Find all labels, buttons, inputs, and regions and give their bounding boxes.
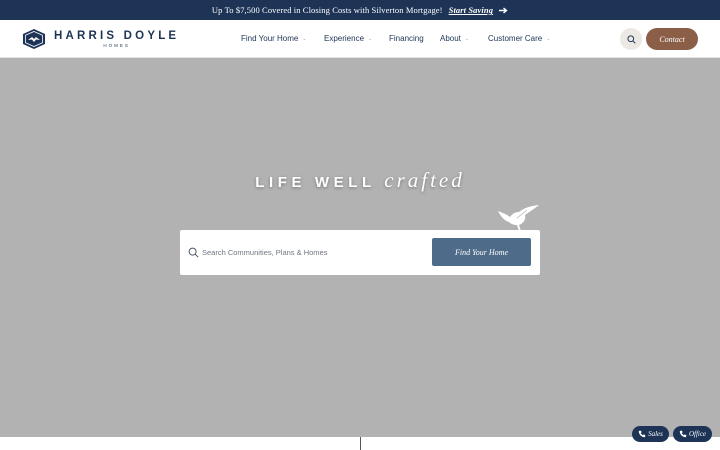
sales-label: Sales xyxy=(648,430,663,438)
chevron-down-icon: ⌄ xyxy=(546,35,551,42)
promo-text: Up To $7,500 Covered in Closing Costs wi… xyxy=(211,5,443,15)
nav-label: Financing xyxy=(389,34,424,43)
contact-button[interactable]: Contact xyxy=(646,28,698,50)
search-icon xyxy=(626,34,636,44)
phone-icon xyxy=(679,430,687,438)
logo-wordmark: HARRIS DOYLE HOMES xyxy=(54,30,179,49)
bird-icon xyxy=(498,205,539,231)
header-search-button[interactable] xyxy=(620,28,642,50)
nav-label: Find Your Home xyxy=(241,34,299,43)
nav-label: About xyxy=(440,34,461,43)
chevron-down-icon: ⌄ xyxy=(464,35,470,42)
search-input[interactable] xyxy=(202,243,422,261)
chevron-down-icon: ⌄ xyxy=(302,35,307,42)
tagline-script: crafted xyxy=(384,168,465,192)
hero-section: LIFE WELL crafted Find Your Home xyxy=(0,58,720,437)
start-saving-link[interactable]: Start Saving xyxy=(449,5,493,15)
promo-bar: Up To $7,500 Covered in Closing Costs wi… xyxy=(0,0,720,20)
office-label: Office xyxy=(688,430,707,438)
nav-find-your-home[interactable]: Find Your Home ⌄ xyxy=(241,34,307,43)
logo-name: HARRIS DOYLE xyxy=(54,29,180,42)
tagline-main: LIFE WELL xyxy=(255,174,376,191)
chevron-down-icon: ⌄ xyxy=(368,35,373,42)
arrow-right-icon[interactable] xyxy=(499,6,508,14)
nav-label: Experience xyxy=(324,34,365,43)
scroll-indicator[interactable] xyxy=(360,437,361,450)
nav-experience[interactable]: Experience ⌄ xyxy=(324,34,372,43)
page-bottom xyxy=(0,437,720,450)
hero-tagline: LIFE WELL crafted xyxy=(0,168,720,193)
nav-customer-care[interactable]: Customer Care ⌄ xyxy=(488,34,550,43)
nav-financing[interactable]: Financing xyxy=(389,34,424,43)
search-icon xyxy=(188,247,199,258)
find-your-home-button[interactable]: Find Your Home xyxy=(432,238,531,266)
site-header: HARRIS DOYLE HOMES Find Your Home ⌄ Expe… xyxy=(0,20,720,58)
logo-sub: HOMES xyxy=(103,42,130,48)
nav-label: Customer Care xyxy=(488,34,543,43)
sales-button[interactable]: Sales xyxy=(632,426,669,442)
phone-icon xyxy=(638,430,646,438)
office-button[interactable]: Office xyxy=(673,426,712,442)
nav-about[interactable]: About ⌄ xyxy=(440,34,469,43)
logo-emblem-icon xyxy=(23,29,45,49)
logo[interactable]: HARRIS DOYLE HOMES xyxy=(22,28,179,50)
search-card: Find Your Home xyxy=(180,230,540,275)
